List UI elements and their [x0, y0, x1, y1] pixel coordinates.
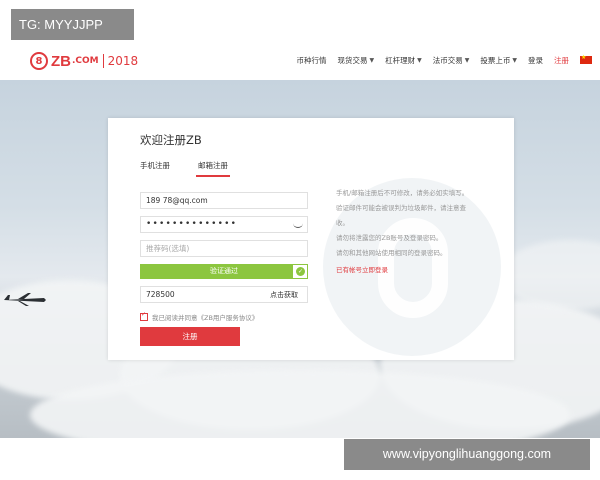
eye-icon[interactable] [293, 219, 303, 228]
nav-item-label: 注册 [554, 55, 569, 65]
get-code-button[interactable]: 点击获取 [270, 290, 298, 300]
watermark-label-top: TG: MYYJJPP [11, 9, 134, 40]
slider-verification[interactable]: 验证通过 [140, 264, 308, 279]
nav-item-label: 现货交易 [337, 55, 368, 65]
note-line: 请勿和其他网站使用相同的登录密码。 [336, 249, 447, 257]
nav-item-register[interactable]: 注册 [554, 55, 569, 66]
nav-item-market[interactable]: 币种行情 [297, 55, 327, 66]
agreement-checkbox[interactable]: 我已阅读并同意《ZB用户服务协议》 [140, 311, 259, 322]
register-button[interactable]: 注册 [140, 327, 240, 346]
page-title: 欢迎注册ZB [140, 133, 202, 147]
slider-handle[interactable]: ✓ [292, 264, 308, 279]
main-nav: 币种行情 现货交易 ▼ 杠杆理财 ▼ 法币交易 ▼ 投票上币 ▼ 登录 注册 [297, 52, 592, 68]
note-line: 收。 [336, 219, 349, 227]
note-line: 验证邮件可能会被误判为垃圾邮件，请注意查 [336, 204, 466, 212]
nav-item-login[interactable]: 登录 [528, 55, 543, 66]
nav-item-leverage[interactable]: 杠杆理财 ▼ [385, 55, 422, 66]
logo-suffix: .COM [72, 56, 99, 66]
nav-item-label: 杠杆理财 [385, 55, 416, 65]
nav-item-label: 法币交易 [432, 55, 463, 65]
check-icon: ✓ [296, 267, 305, 276]
china-flag-icon[interactable] [580, 54, 592, 64]
note-line: 请勿将泄露您的ZB账号及登录密码。 [336, 234, 443, 242]
password-value: •••••••••••••• [146, 219, 238, 229]
airplane-icon [4, 293, 46, 306]
chevron-down-icon: ▼ [464, 56, 470, 64]
nav-item-label: 币种行情 [296, 55, 327, 65]
watermark-label-bottom: www.vipyonglihuanggong.com [344, 439, 590, 470]
password-field[interactable]: •••••••••••••• [140, 216, 308, 233]
nav-item-fiat-trading[interactable]: 法币交易 ▼ [433, 55, 470, 66]
login-link[interactable]: 已有帐号立即登录 [336, 263, 506, 278]
logo-mark-icon: 8 [30, 52, 48, 70]
note-line: 手机/邮箱注册后不可修改，请务必如实填写。 [336, 189, 469, 197]
checkbox-icon[interactable] [140, 311, 148, 321]
site-logo[interactable]: 8 ZB .COM 2018 [30, 50, 138, 72]
nav-item-label: 投票上币 [480, 55, 511, 65]
tab-phone-register[interactable]: 手机注册 [140, 160, 170, 171]
logo-name: ZB [51, 52, 71, 70]
nav-item-label: 登录 [528, 55, 543, 65]
chevron-down-icon: ▼ [512, 56, 517, 64]
tab-email-register[interactable]: 邮箱注册 [196, 160, 230, 177]
chevron-down-icon: ▼ [417, 56, 422, 64]
invite-code-field[interactable]: 推荐码(选填) [140, 240, 308, 257]
logo-year: 2018 [102, 54, 138, 68]
agreement-label: 我已阅读并同意《ZB用户服务协议》 [152, 314, 259, 322]
chevron-down-icon: ▼ [369, 56, 375, 64]
register-card: 欢迎注册ZB 手机注册 邮箱注册 189 78@qq.com •••••••••… [108, 118, 514, 360]
email-field[interactable]: 189 78@qq.com [140, 192, 308, 209]
nav-item-spot-trading[interactable]: 现货交易 ▼ [338, 55, 375, 66]
nav-item-vote-listing[interactable]: 投票上币 ▼ [480, 55, 517, 66]
registration-notes: 手机/邮箱注册后不可修改，请务必如实填写。 验证邮件可能会被误判为垃圾邮件，请注… [336, 186, 506, 278]
